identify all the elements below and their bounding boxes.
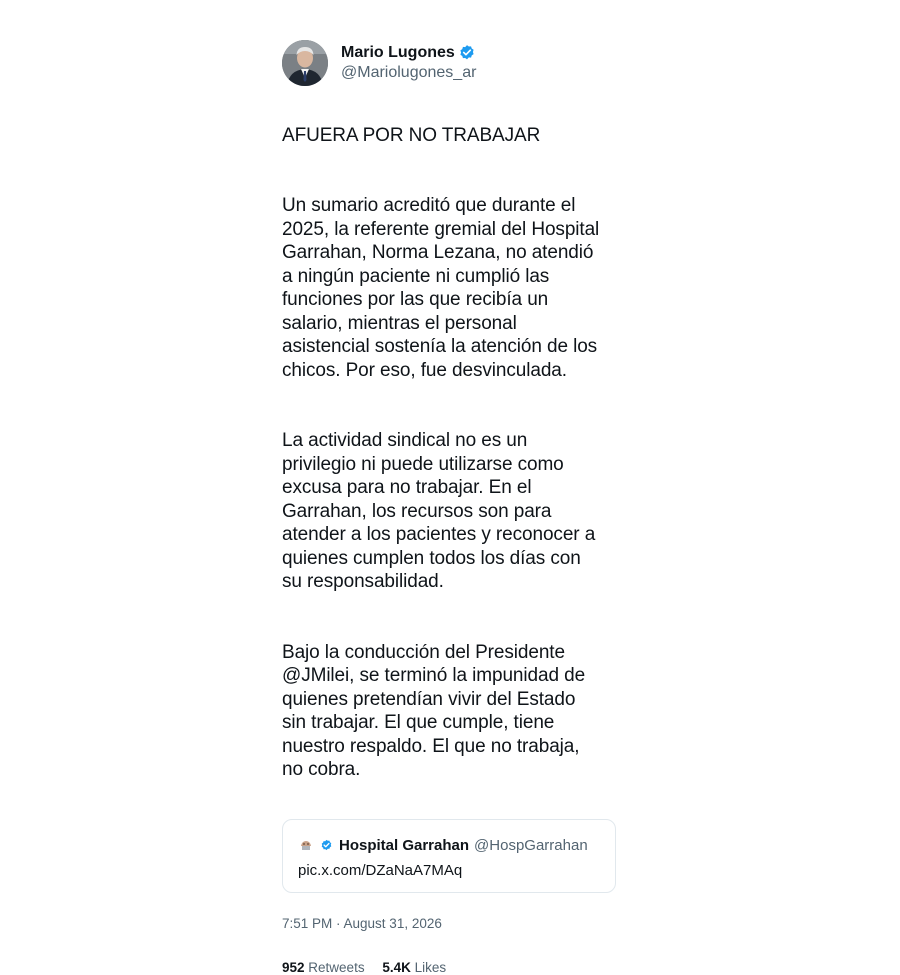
retweets-stat[interactable]: 952 Retweets <box>282 960 365 975</box>
hospital-logo-icon <box>298 837 314 853</box>
tweet-paragraph: Bajo la conducción del Presidente @JMile… <box>282 641 586 781</box>
tweet-paragraph: La actividad sindical no es un privilegi… <box>282 430 596 592</box>
quoted-tweet[interactable]: Hospital Garrahan @HospGarrahan pic.x.co… <box>282 819 616 893</box>
retweets-count: 952 <box>282 960 305 975</box>
quoted-author-handle[interactable]: @HospGarrahan <box>474 837 588 854</box>
avatar-photo-icon <box>282 40 328 86</box>
author-handle[interactable]: @Mariolugones_ar <box>341 63 476 83</box>
author-names: Mario Lugones @Mariolugones_ar <box>341 43 476 83</box>
likes-stat[interactable]: 5.4K Likes <box>382 960 446 975</box>
quoted-media-link[interactable]: pic.x.com/DZaNaA7MAq <box>298 862 601 879</box>
tweet-text: AFUERA POR NO TRABAJAR Un sumario acredi… <box>282 100 622 805</box>
tweet-paragraph: Un sumario acreditó que durante el 2025,… <box>282 195 600 381</box>
avatar[interactable] <box>282 40 328 86</box>
likes-count: 5.4K <box>382 960 411 975</box>
tweet-card: Mario Lugones @Mariolugones_ar AFUERA PO… <box>282 40 622 975</box>
likes-label: Likes <box>414 960 447 975</box>
tweet-stats: 952 Retweets 5.4K Likes <box>282 960 622 975</box>
verified-badge-icon <box>458 44 476 62</box>
author-name[interactable]: Mario Lugones <box>341 43 455 63</box>
tweet-header: Mario Lugones @Mariolugones_ar <box>282 40 622 86</box>
quoted-author-name[interactable]: Hospital Garrahan <box>339 837 469 854</box>
retweets-label: Retweets <box>308 960 365 975</box>
author-name-row: Mario Lugones <box>341 43 476 63</box>
tweet-paragraph: AFUERA POR NO TRABAJAR <box>282 124 541 146</box>
quoted-verified-badge-icon <box>320 839 333 852</box>
tweet-timestamp[interactable]: 7:51 PM · August 31, 2026 <box>282 916 622 931</box>
quoted-tweet-header: Hospital Garrahan @HospGarrahan <box>298 835 601 855</box>
